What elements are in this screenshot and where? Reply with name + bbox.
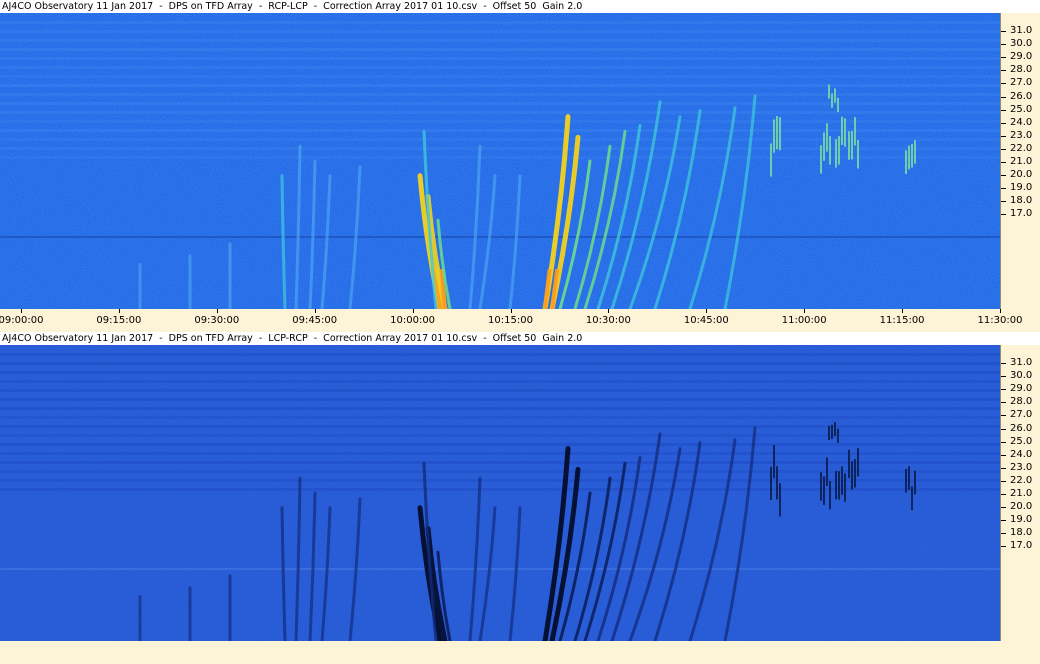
spectrogram-panel-2: AJ4CO Observatory 11 Jan 2017 - DPS on T… [0,332,1040,664]
frequency-tick [1001,201,1006,203]
spectrogram-panel-1: AJ4CO Observatory 11 Jan 2017 - DPS on T… [0,0,1040,332]
frequency-axis: 31.0 30.0 29.0 28.0 27.0 26.0 25.0 24.0 23.0 22.0… [1000,13,1040,309]
frequency-tick-label: 28.0 [1010,64,1033,76]
time-tick [412,309,414,313]
frequency-tick [1001,402,1006,404]
time-tick-label: 09:00:00 [0,315,44,326]
frequency-tick-label: 31.0 [1010,357,1033,368]
time-axis: 09:00:00 09:15:00 09:30:00 09:45:00 10:00:00… [0,309,1040,330]
frequency-tick [1001,546,1006,548]
frequency-tick [1001,96,1006,98]
time-tick [608,309,610,313]
frequency-tick-label: 17.0 [1010,540,1033,552]
time-tick-label: 11:00:00 [781,315,827,326]
frequency-tick [1001,415,1006,417]
frequency-tick-label: 27.0 [1010,409,1033,421]
frequency-tick [1001,148,1006,150]
frequency-tick [1001,480,1006,482]
frequency-tick [1001,507,1006,509]
frequency-tick-label: 21.0 [1010,156,1033,167]
frequency-tick-label: 26.0 [1010,422,1033,434]
time-tick [510,309,512,313]
frequency-tick [1001,494,1006,495]
frequency-tick [1001,83,1006,85]
time-tick-label: 10:15:00 [488,315,533,326]
frequency-tick-label: 19.0 [1010,182,1033,194]
time-tick [118,309,120,313]
time-axis [0,641,1040,662]
panel-title: AJ4CO Observatory 11 Jan 2017 - DPS on T… [0,332,1040,345]
frequency-tick-label: 23.0 [1010,461,1033,473]
time-tick [314,309,316,313]
frequency-tick [1001,188,1006,190]
time-tick-label: 09:15:00 [96,315,142,326]
time-tick [902,309,904,313]
frequency-tick [1001,428,1006,430]
time-tick-label: 09:45:00 [292,315,338,326]
frequency-tick-label: 19.0 [1010,514,1033,526]
frequency-tick [1001,44,1006,46]
time-tick-label: 11:30:00 [977,315,1023,326]
frequency-tick-label: 29.0 [1010,51,1033,63]
frequency-tick-label: 17.0 [1010,208,1033,220]
frequency-tick [1001,214,1006,216]
frequency-tick-label: 20.0 [1010,501,1033,513]
frequency-tick [1001,57,1006,59]
frequency-tick [1001,175,1006,177]
frequency-tick [1001,454,1006,456]
time-tick [706,309,708,313]
time-tick [1000,309,1001,313]
frequency-tick [1001,162,1006,163]
frequency-tick [1001,109,1006,111]
frequency-tick-label: 28.0 [1010,396,1033,408]
time-tick [804,309,806,313]
frequency-tick [1001,376,1006,378]
time-tick [216,309,218,313]
time-tick-label: 10:30:00 [585,315,631,326]
frequency-tick-label: 22.0 [1010,474,1033,486]
frequency-tick-label: 30.0 [1010,370,1033,382]
frequency-tick-label: 25.0 [1010,435,1033,447]
frequency-tick-label: 31.0 [1010,25,1033,36]
frequency-tick-label: 27.0 [1010,77,1033,89]
time-tick-label: 11:15:00 [879,315,925,326]
time-tick [21,309,22,313]
frequency-tick [1001,441,1006,443]
frequency-axis: 31.0 30.0 29.0 28.0 27.0 26.0 25.0 24.0 23.0 22.0… [1000,345,1040,641]
frequency-tick-label: 24.0 [1010,448,1033,460]
frequency-tick [1001,70,1006,72]
frequency-tick-label: 26.0 [1010,90,1033,102]
frequency-tick-label: 24.0 [1010,116,1033,128]
frequency-tick-label: 25.0 [1010,103,1033,115]
frequency-tick-label: 23.0 [1010,129,1033,141]
frequency-tick [1001,135,1006,137]
frequency-tick [1001,389,1006,391]
frequency-tick-label: 29.0 [1010,383,1033,395]
frequency-tick-label: 22.0 [1010,142,1033,154]
time-tick-label: 10:00:00 [390,315,436,326]
time-tick-label: 10:45:00 [683,315,729,326]
frequency-tick [1001,31,1006,32]
frequency-tick [1001,467,1006,469]
frequency-tick [1001,533,1006,535]
spectrogram-plot[interactable] [0,345,1000,641]
frequency-tick-label: 30.0 [1010,38,1033,50]
spectrogram-plot[interactable] [0,13,1000,309]
frequency-tick-label: 20.0 [1010,169,1033,181]
frequency-tick-label: 21.0 [1010,488,1033,499]
frequency-tick-label: 18.0 [1010,195,1033,207]
frequency-tick [1001,520,1006,522]
frequency-tick [1001,122,1006,124]
time-tick-label: 09:30:00 [194,315,240,326]
panel-title: AJ4CO Observatory 11 Jan 2017 - DPS on T… [0,0,1040,13]
frequency-tick [1001,363,1006,364]
frequency-tick-label: 18.0 [1010,527,1033,539]
